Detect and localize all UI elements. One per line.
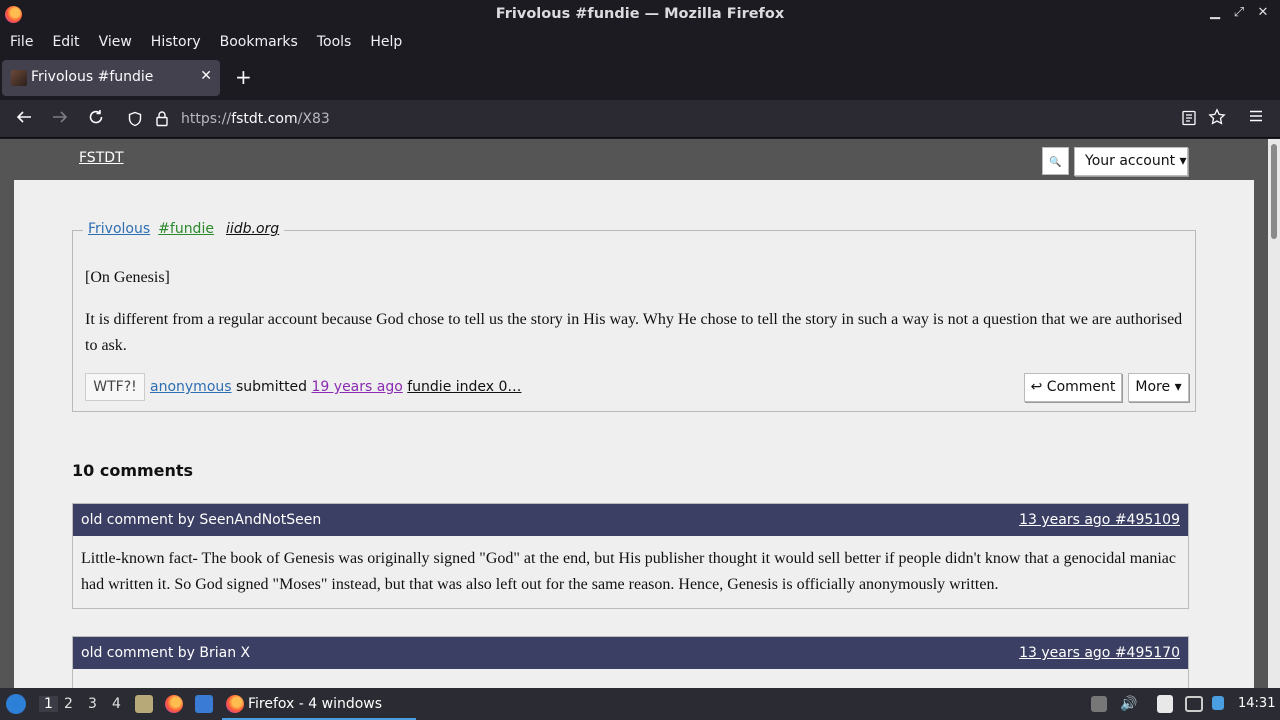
workspace-2[interactable]: 2	[64, 696, 73, 712]
network-icon[interactable]	[1185, 696, 1203, 712]
maximize-button[interactable]: ⤢	[1232, 5, 1246, 20]
tab-label: Frivolous #fundie	[31, 69, 154, 85]
category-link[interactable]: Frivolous	[88, 221, 150, 237]
back-arrow-icon[interactable]	[15, 108, 33, 131]
comment-item: old comment by Brian X 13 years ago #495…	[72, 636, 1189, 688]
more-button[interactable]: More ▾	[1128, 373, 1189, 402]
menu-tools[interactable]: Tools	[310, 34, 359, 50]
menu-history[interactable]: History	[144, 34, 208, 50]
taskbar-firefox-task[interactable]: Firefox - 4 windows	[222, 688, 416, 720]
reload-icon[interactable]	[87, 108, 105, 131]
quote-paragraph: [On Genesis]	[85, 269, 170, 286]
comment-permalink[interactable]: 13 years ago #495109	[1019, 512, 1180, 528]
shield-icon[interactable]	[127, 111, 143, 131]
comment-text: Little-known fact- The book of Genesis w…	[81, 550, 1176, 593]
start-menu-icon[interactable]	[6, 694, 26, 714]
notification-icon[interactable]	[1212, 696, 1224, 710]
search-button[interactable]: 🔍	[1042, 147, 1069, 175]
fundie-index-link[interactable]: fundie index 0…	[407, 379, 521, 395]
quote-paragraph: It is different from a regular account b…	[85, 311, 1183, 354]
clipboard-icon[interactable]	[1157, 695, 1173, 713]
page-content: FSTDT 🔍 Your account ▾ Frivolous #fundie…	[0, 139, 1268, 688]
wtf-button[interactable]: WTF?!	[85, 373, 145, 401]
menu-view[interactable]: View	[92, 34, 139, 50]
menu-bookmarks[interactable]: Bookmarks	[213, 34, 305, 50]
comment-author: old comment by Brian X	[81, 645, 251, 661]
quote-legend: Frivolous #fundie iidb.org	[83, 221, 285, 237]
quote-box: Frivolous #fundie iidb.org [On Genesis] …	[72, 221, 1196, 412]
menu-edit[interactable]: Edit	[45, 34, 86, 50]
taskbar-clock: 14:31	[1238, 696, 1276, 711]
lock-icon[interactable]	[154, 110, 170, 131]
bookmark-star-icon[interactable]	[1208, 108, 1226, 131]
site-favicon-icon	[11, 70, 27, 86]
firefox-launcher-icon[interactable]	[165, 695, 183, 713]
timestamp-link[interactable]: 19 years ago	[312, 379, 403, 395]
workspace-4[interactable]: 4	[112, 696, 121, 712]
site-logo-link[interactable]: FSTDT	[79, 150, 124, 166]
firefox-task-icon	[226, 695, 244, 713]
comment-permalink[interactable]: 13 years ago #495170	[1019, 645, 1180, 661]
address-bar[interactable]: https://fstdt.com/X83	[118, 103, 1172, 135]
menu-help[interactable]: Help	[363, 34, 409, 50]
desktop-icon[interactable]	[195, 695, 213, 713]
new-tab-button[interactable]: +	[235, 65, 252, 89]
forward-arrow-icon[interactable]	[51, 108, 69, 131]
window-titlebar: Frivolous #fundie — Mozilla Firefox ▁ ⤢ …	[0, 0, 1280, 29]
page-scrollbar[interactable]	[1268, 139, 1280, 688]
url-text[interactable]: https://fstdt.com/X83	[181, 111, 330, 127]
menu-bar: File Edit View History Bookmarks Tools H…	[0, 29, 1280, 54]
minimize-button[interactable]: ▁	[1208, 5, 1222, 20]
comment-header: old comment by SeenAndNotSeen 13 years a…	[73, 504, 1188, 536]
tab-active[interactable]: Frivolous #fundie ✕	[2, 60, 220, 96]
task-label: Firefox - 4 windows	[248, 696, 383, 712]
comments-heading: 10 comments	[72, 461, 194, 480]
window-title: Frivolous #fundie — Mozilla Firefox	[495, 6, 785, 22]
page-main: Frivolous #fundie iidb.org [On Genesis] …	[14, 180, 1254, 688]
submitter-link[interactable]: anonymous	[150, 379, 232, 395]
navigation-bar: https://fstdt.com/X83	[0, 100, 1280, 138]
account-menu-button[interactable]: Your account ▾	[1074, 147, 1188, 176]
search-icon: 🔍	[1049, 157, 1062, 168]
comment-button[interactable]: ↩ Comment	[1024, 373, 1122, 402]
tray-updates-icon[interactable]	[1091, 696, 1107, 712]
os-taskbar: 1 2 3 4 Firefox - 4 windows 🔊 14:31	[0, 688, 1280, 720]
close-window-button[interactable]: ✕	[1256, 5, 1270, 20]
source-link[interactable]: iidb.org	[226, 221, 279, 237]
file-manager-icon[interactable]	[135, 695, 153, 713]
reader-view-icon[interactable]	[1181, 110, 1197, 131]
comment-header: old comment by Brian X 13 years ago #495…	[73, 637, 1188, 669]
menu-file[interactable]: File	[3, 34, 40, 50]
scrollbar-thumb[interactable]	[1271, 144, 1277, 239]
app-menu-icon[interactable]	[1248, 108, 1264, 129]
tab-bar: Frivolous #fundie ✕ +	[0, 54, 1280, 100]
comment-author: old comment by SeenAndNotSeen	[81, 512, 322, 528]
comment-item: old comment by SeenAndNotSeen 13 years a…	[72, 503, 1189, 609]
quote-meta: anonymous submitted 19 years ago fundie …	[150, 379, 521, 395]
tab-close-button[interactable]: ✕	[200, 68, 212, 84]
submitted-text: submitted	[236, 379, 308, 395]
tag-link[interactable]: #fundie	[158, 221, 214, 237]
workspace-1[interactable]: 1	[39, 696, 58, 712]
workspace-3[interactable]: 3	[88, 696, 97, 712]
volume-icon[interactable]: 🔊	[1120, 696, 1137, 712]
